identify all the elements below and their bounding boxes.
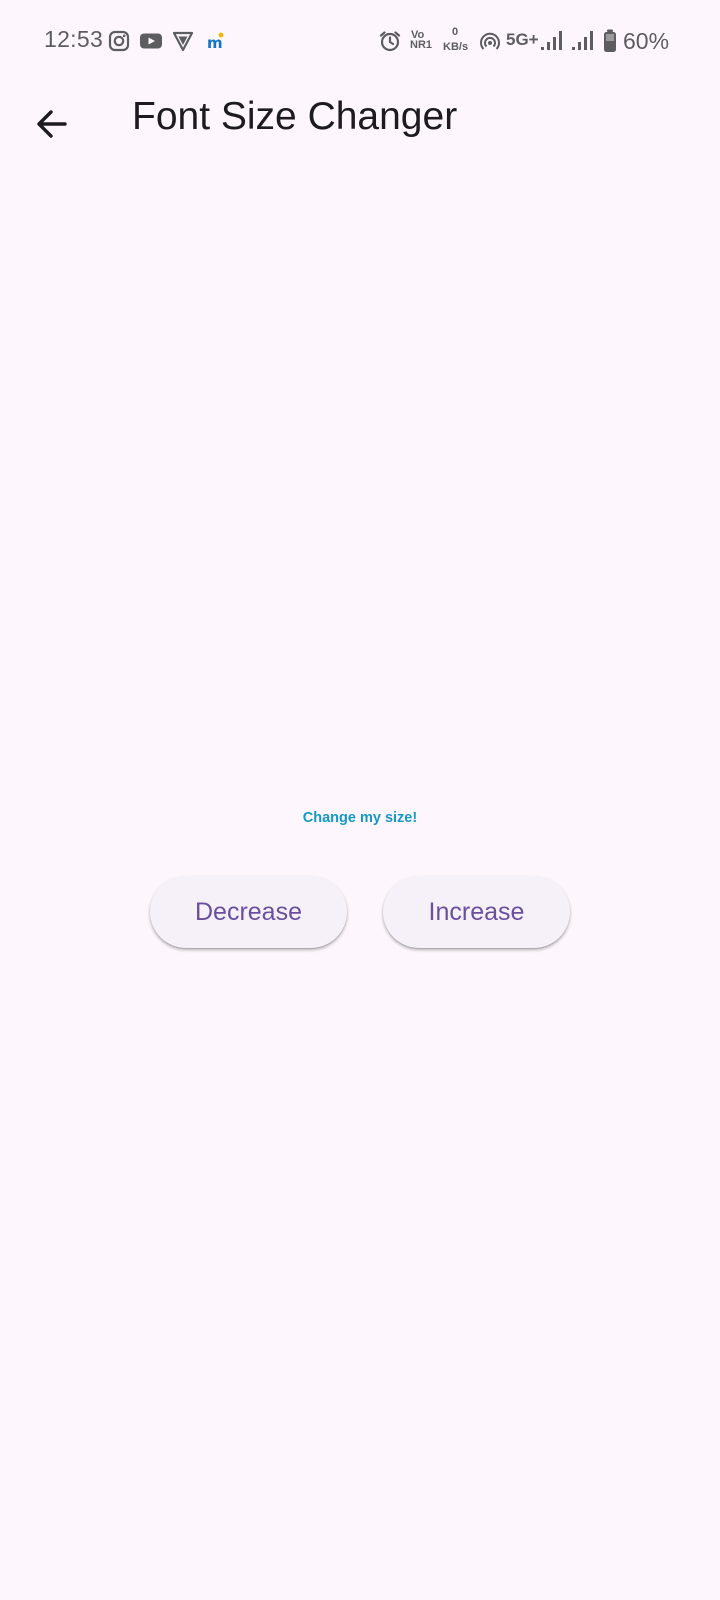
decrease-button[interactable]: Decrease <box>150 876 347 948</box>
status-time: 12:53 <box>44 26 104 52</box>
signal-strength-icon <box>541 31 562 50</box>
shield-app-icon <box>172 31 194 52</box>
net-speed-value: 0 <box>452 26 459 38</box>
status-bar: 12:53 m Vo NR1 0 KB/s 5G+ 60% <box>0 0 720 84</box>
net-speed-unit: KB/s <box>443 41 469 53</box>
app-bar: Font Size Changer <box>0 84 720 184</box>
increase-button[interactable]: Increase <box>383 876 570 948</box>
instagram-icon <box>108 30 130 52</box>
arrow-back-icon <box>37 110 67 138</box>
screen: 12:53 m Vo NR1 0 KB/s 5G+ 60% Font Size … <box>0 0 720 1600</box>
m-app-icon: m <box>207 32 224 52</box>
battery-icon <box>604 29 616 52</box>
sample-text: Change my size! <box>302 810 418 826</box>
volte-bottom-label: NR1 <box>410 39 433 51</box>
signal-strength-2-icon <box>572 31 593 50</box>
page-title: Font Size Changer <box>132 95 458 138</box>
youtube-icon <box>140 33 162 49</box>
alarm-icon <box>379 31 401 52</box>
hotspot-icon <box>480 32 500 50</box>
back-button[interactable] <box>22 94 82 154</box>
battery-percent: 60% <box>623 28 670 54</box>
network-type-label: 5G+ <box>506 30 539 49</box>
